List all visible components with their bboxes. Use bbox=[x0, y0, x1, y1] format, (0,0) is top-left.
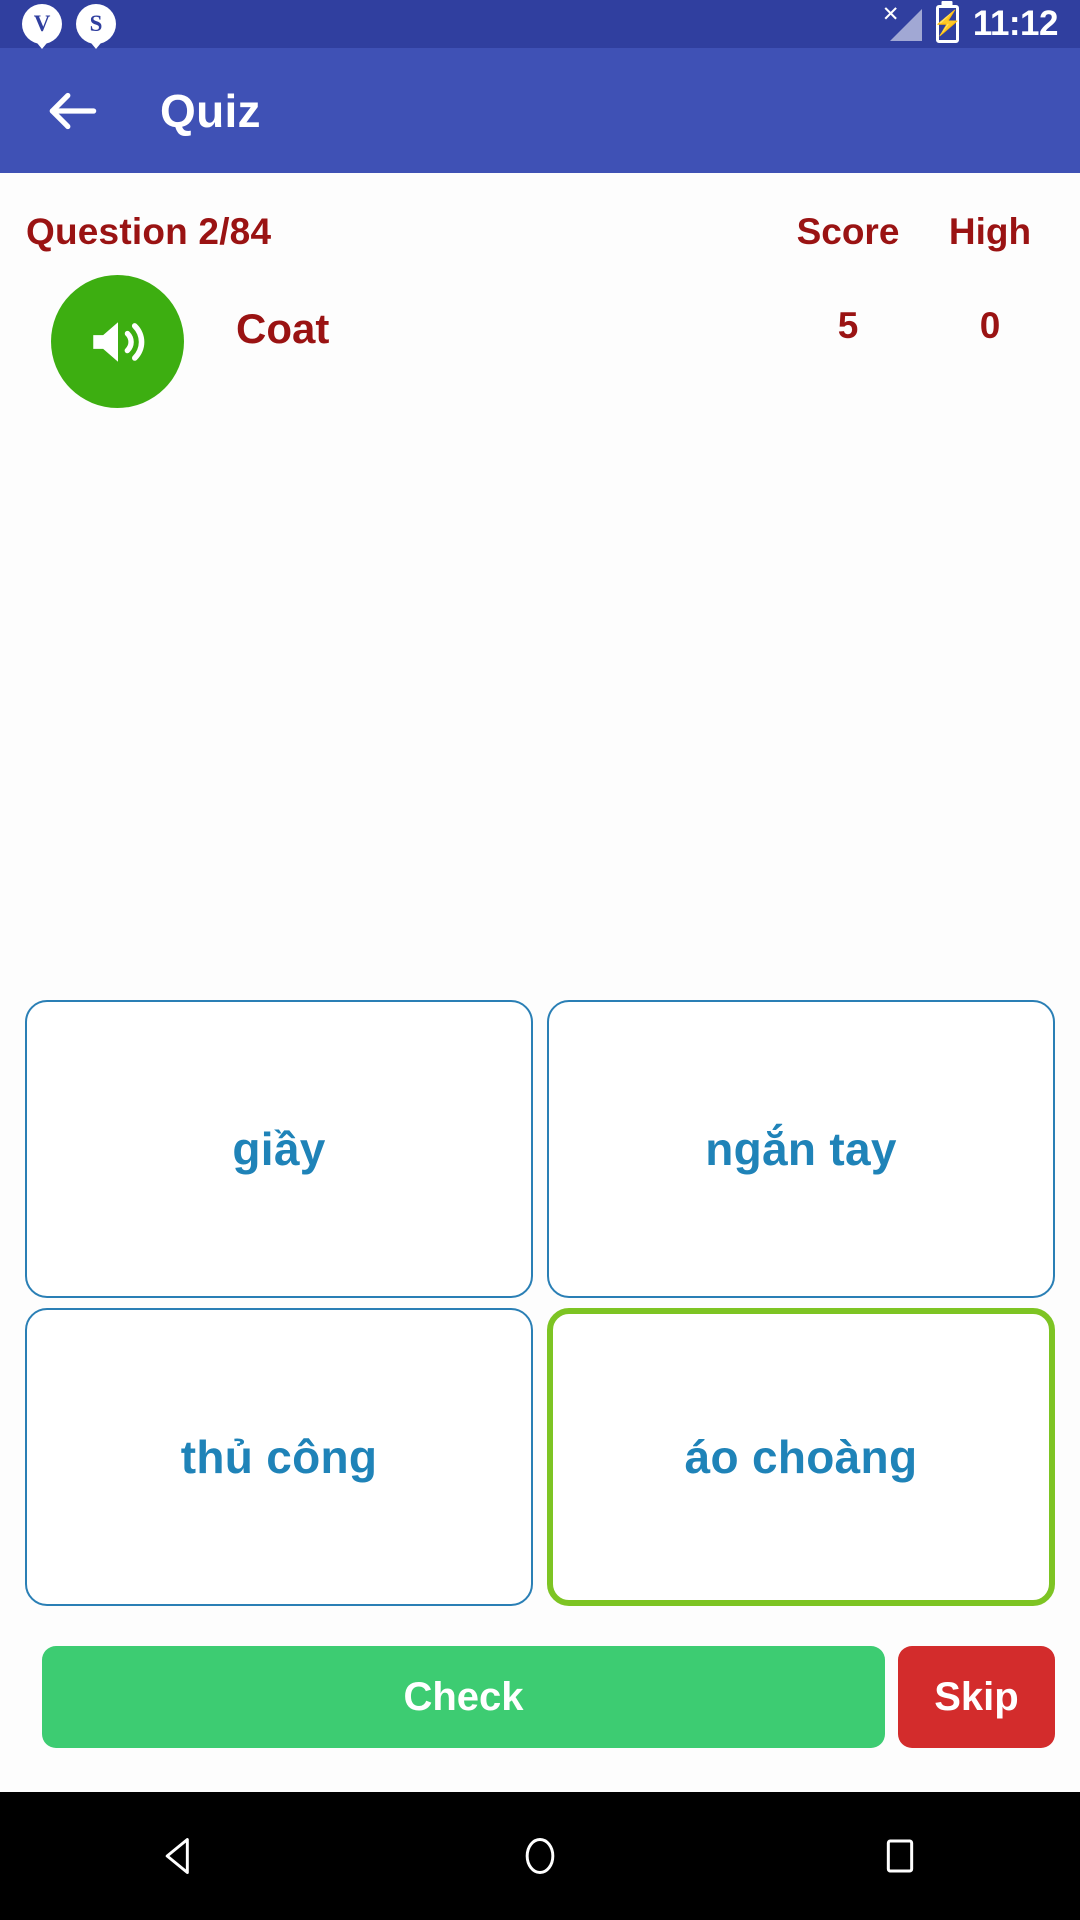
answer-options-grid: giầy ngắn tay thủ công áo choàng bbox=[0, 1000, 1080, 1606]
high-label: High bbox=[948, 211, 1032, 252]
skip-button[interactable]: Skip bbox=[898, 1646, 1055, 1748]
signal-x-glyph: ✕ bbox=[881, 3, 900, 26]
status-bar-notifications: V S bbox=[22, 4, 116, 44]
question-counter: Question 2/84 bbox=[26, 211, 272, 252]
battery-charging-icon: ⚡ bbox=[932, 5, 962, 43]
answer-option-1[interactable]: giầy bbox=[25, 1000, 533, 1298]
check-button[interactable]: Check bbox=[42, 1646, 885, 1748]
android-home-icon[interactable] bbox=[480, 1792, 600, 1920]
page-title: Quiz bbox=[160, 84, 261, 137]
answer-option-1-label: giầy bbox=[232, 1123, 326, 1175]
app-bar: Quiz bbox=[0, 48, 1080, 173]
answer-option-2-label: ngắn tay bbox=[705, 1123, 897, 1175]
android-recents-icon[interactable] bbox=[840, 1792, 960, 1920]
score-header-group: Score High bbox=[794, 211, 1044, 253]
score-label: Score bbox=[796, 211, 900, 252]
quiz-content: Question 2/84 Score High Coat 5 0 giầy n… bbox=[0, 173, 1080, 1792]
score-values-group: 5 0 bbox=[794, 305, 1044, 347]
back-arrow-icon[interactable] bbox=[42, 80, 104, 142]
prompt-word: Coat bbox=[236, 305, 330, 352]
battery-bolt-glyph: ⚡ bbox=[932, 10, 963, 37]
answer-option-3-label: thủ công bbox=[180, 1431, 378, 1483]
notification-badge-v-icon: V bbox=[22, 4, 62, 44]
phone-screen: V S ✕ ⚡ 11:12 Quiz Question 2/84 Score H… bbox=[0, 0, 1080, 1920]
signal-no-service-icon: ✕ bbox=[880, 4, 922, 44]
score-value: 5 bbox=[837, 305, 859, 346]
status-bar-clock: 11:12 bbox=[972, 4, 1059, 43]
answer-option-2[interactable]: ngắn tay bbox=[547, 1000, 1055, 1298]
status-bar-system-icons: ✕ ⚡ 11:12 bbox=[880, 4, 1059, 44]
action-buttons-row: Check Skip bbox=[0, 1606, 1080, 1792]
answer-option-4[interactable]: áo choàng bbox=[547, 1308, 1055, 1606]
speaker-volume-icon[interactable] bbox=[51, 275, 184, 408]
prompt-row: Coat 5 0 bbox=[0, 253, 1080, 408]
notification-badge-s-letter: S bbox=[89, 11, 103, 36]
android-nav-bar bbox=[0, 1792, 1080, 1920]
notification-badge-v-letter: V bbox=[33, 11, 51, 36]
answer-option-4-label: áo choàng bbox=[684, 1431, 918, 1483]
android-back-icon[interactable] bbox=[120, 1792, 240, 1920]
notification-badge-s-icon: S bbox=[76, 4, 116, 44]
quiz-header-row: Question 2/84 Score High bbox=[0, 173, 1080, 253]
answer-option-3[interactable]: thủ công bbox=[25, 1308, 533, 1606]
status-bar: V S ✕ ⚡ 11:12 bbox=[0, 0, 1080, 48]
high-value: 0 bbox=[979, 305, 1001, 346]
